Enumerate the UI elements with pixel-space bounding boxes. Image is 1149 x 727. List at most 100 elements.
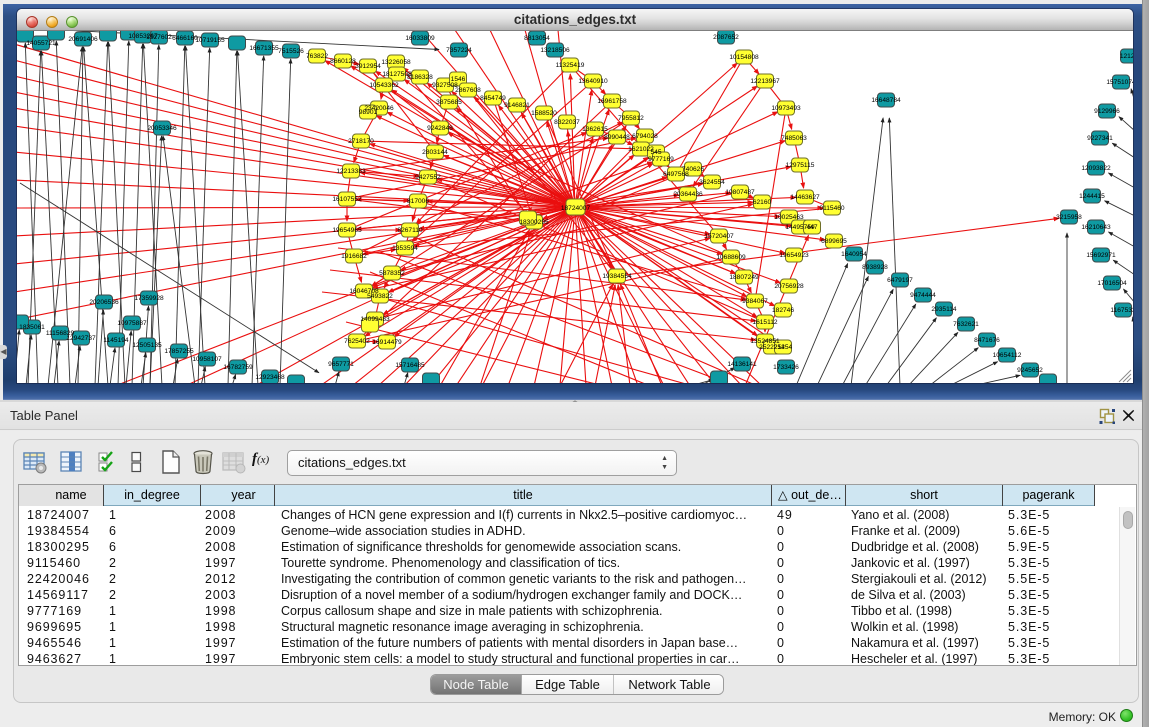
svg-text:10975887: 10975887	[117, 320, 147, 327]
svg-text:16782759: 16782759	[223, 364, 253, 371]
svg-text:8471676: 8471676	[974, 337, 1000, 344]
svg-text:15716485: 15716485	[395, 362, 425, 369]
svg-text:9115460: 9115460	[819, 205, 845, 212]
svg-text:16107552: 16107552	[332, 196, 362, 203]
svg-text:13640910: 13640910	[578, 78, 608, 85]
svg-text:10654112: 10654112	[993, 352, 1022, 359]
svg-text:6794028: 6794028	[632, 133, 658, 140]
svg-text:1588520: 1588520	[531, 110, 557, 117]
svg-text:15751074: 15751074	[1106, 79, 1133, 86]
svg-text:16671355: 16671355	[249, 45, 279, 52]
svg-text:1362615: 1362615	[582, 126, 608, 133]
svg-text:1167533: 1167533	[1110, 307, 1133, 314]
svg-text:19654965: 19654965	[332, 227, 362, 234]
svg-text:8990448: 8990448	[604, 134, 630, 141]
svg-text:20364436: 20364436	[673, 191, 703, 198]
svg-text:9146821: 9146821	[504, 102, 530, 109]
svg-text:9227341: 9227341	[1087, 135, 1113, 142]
svg-text:3215958: 3215958	[1056, 214, 1082, 221]
svg-text:8660128: 8660128	[330, 58, 356, 65]
svg-text:5493822: 5493822	[367, 293, 393, 300]
svg-text:13226058: 13226058	[381, 59, 411, 66]
svg-text:16961758: 16961758	[597, 98, 627, 105]
svg-text:1640954: 1640954	[841, 251, 867, 258]
svg-text:10025463: 10025463	[774, 214, 804, 221]
svg-text:9427552: 9427552	[415, 174, 441, 181]
svg-text:9245652: 9245652	[1017, 367, 1043, 374]
svg-text:14099483: 14099483	[360, 316, 390, 323]
svg-text:8267110: 8267110	[397, 227, 423, 234]
svg-text:8186328: 8186328	[407, 74, 433, 81]
svg-text:17016504: 17016504	[1097, 280, 1127, 287]
svg-text:12213383: 12213383	[336, 168, 366, 175]
svg-text:9129966: 9129966	[1094, 108, 1120, 115]
svg-text:10958107: 10958107	[192, 356, 222, 363]
svg-text:7485063: 7485063	[781, 135, 807, 142]
svg-text:8813054: 8813054	[524, 35, 550, 42]
svg-text:1916682: 1916682	[341, 253, 367, 260]
svg-text:17359928: 17359928	[134, 295, 164, 302]
svg-text:16033809: 16033809	[405, 35, 435, 42]
svg-text:12942737: 12942737	[66, 335, 96, 342]
svg-text:763822: 763822	[306, 53, 328, 60]
svg-text:7357224: 7357224	[446, 47, 472, 54]
svg-text:19384554: 19384554	[602, 273, 632, 280]
svg-text:15720407: 15720407	[704, 233, 734, 240]
svg-text:11325419: 11325419	[556, 62, 585, 69]
svg-text:6479197: 6479197	[887, 277, 913, 284]
svg-text:12093822: 12093822	[1081, 165, 1111, 172]
svg-text:25254: 25254	[774, 344, 793, 351]
svg-text:1835061: 1835061	[19, 324, 45, 331]
svg-text:15692971: 15692971	[1086, 252, 1116, 259]
svg-text:12975115: 12975115	[786, 162, 815, 169]
svg-text:12213967: 12213967	[750, 78, 780, 85]
svg-text:447: 447	[806, 224, 817, 231]
svg-text:1244415: 1244415	[1079, 193, 1105, 200]
svg-text:8454749: 8454749	[480, 95, 506, 102]
svg-text:12923468: 12923468	[255, 374, 285, 381]
svg-text:3624554: 3624554	[699, 179, 725, 186]
svg-text:2935114: 2935114	[931, 306, 957, 313]
svg-text:9384067: 9384067	[742, 298, 768, 305]
svg-text:16914479: 16914479	[372, 339, 402, 346]
svg-text:7515526: 7515526	[278, 48, 304, 55]
svg-text:6466160: 6466160	[172, 35, 198, 42]
svg-text:20691406: 20691406	[68, 36, 98, 43]
svg-text:18807249: 18807249	[729, 274, 759, 281]
svg-text:8322037: 8322037	[554, 119, 580, 126]
svg-text:3912954: 3912954	[355, 63, 381, 70]
svg-text:817006: 817006	[407, 198, 429, 205]
svg-text:10973493: 10973493	[771, 105, 801, 112]
svg-text:20053346: 20053346	[147, 125, 177, 132]
svg-text:545: 545	[650, 149, 661, 156]
svg-text:10807487: 10807487	[725, 189, 755, 196]
svg-text:17857255: 17857255	[164, 348, 194, 355]
svg-text:740626: 740626	[682, 166, 704, 173]
svg-text:10543362: 10543362	[369, 82, 399, 89]
svg-text:10154808: 10154808	[729, 54, 759, 61]
svg-text:8938928: 8938928	[862, 264, 888, 271]
svg-text:2718170: 2718170	[348, 138, 374, 145]
svg-text:1527602: 1527602	[146, 34, 172, 41]
svg-text:18724007: 18724007	[561, 205, 591, 212]
svg-text:98901: 98901	[359, 109, 378, 116]
svg-text:14055721: 14055721	[26, 40, 56, 47]
svg-text:20756928: 20756928	[774, 283, 804, 290]
svg-text:5878352: 5878352	[379, 270, 405, 277]
svg-text:2803144: 2803144	[422, 149, 448, 156]
svg-text:1353594: 1353594	[392, 245, 418, 252]
svg-text:19654923: 19654923	[779, 252, 809, 259]
svg-text:1733426: 1733426	[773, 364, 799, 371]
svg-text:1615112: 1615112	[752, 319, 778, 326]
svg-text:16210643: 16210643	[1081, 224, 1111, 231]
svg-text:9777169: 9777169	[648, 156, 674, 163]
svg-text:14136141: 14136141	[727, 361, 757, 368]
svg-text:9474444: 9474444	[910, 292, 936, 299]
svg-text:16648784: 16648784	[871, 97, 901, 104]
svg-text:7955812: 7955812	[618, 115, 644, 122]
svg-text:2867608: 2867608	[455, 87, 481, 94]
svg-text:12123: 12123	[1120, 53, 1133, 60]
svg-text:13218506: 13218506	[540, 47, 570, 54]
svg-text:10688609: 10688609	[716, 254, 746, 261]
svg-text:2087652: 2087652	[713, 34, 739, 41]
